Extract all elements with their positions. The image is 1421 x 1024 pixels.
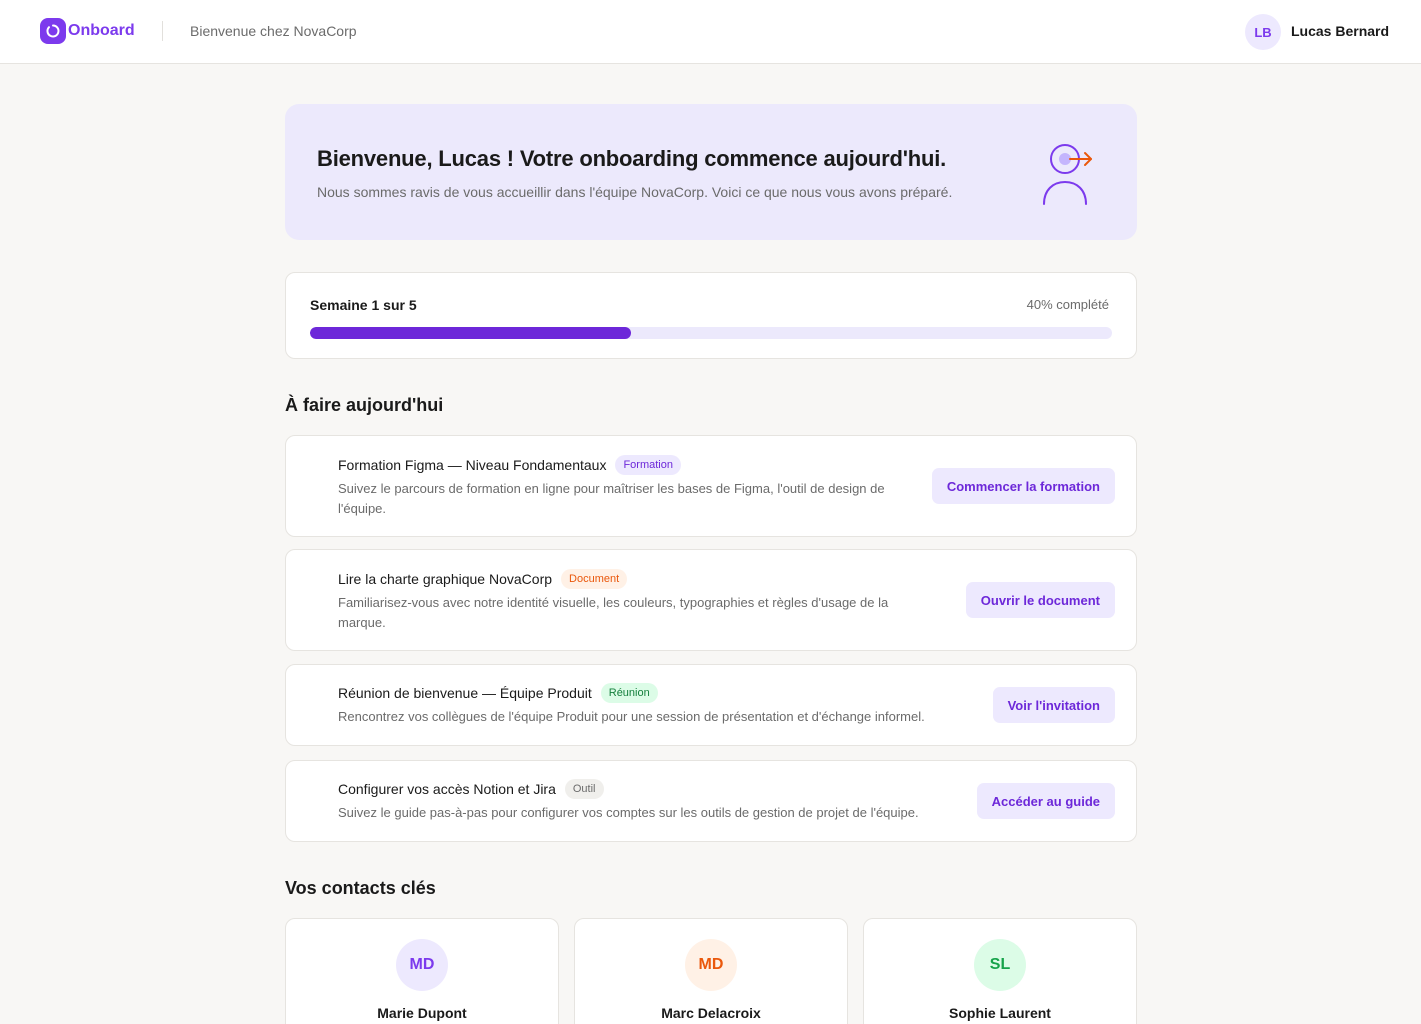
contact-name: Sophie Laurent	[949, 1005, 1051, 1021]
onboard-logo-icon	[40, 18, 66, 44]
task-description: Suivez le guide pas-à-pas pour configure…	[338, 805, 919, 820]
progress-week-label: Semaine 1 sur 5	[310, 297, 417, 313]
task-card: Configurer vos accès Notion et Jira Outi…	[285, 760, 1137, 842]
task-card: Réunion de bienvenue — Équipe Produit Ré…	[285, 664, 1137, 746]
contact-card[interactable]: SL Sophie Laurent	[863, 918, 1137, 1024]
contact-name: Marie Dupont	[377, 1005, 467, 1021]
task-description: Rencontrez vos collègues de l'équipe Pro…	[338, 709, 925, 724]
welcome-banner: Bienvenue, Lucas ! Votre onboarding comm…	[285, 104, 1137, 240]
user-avatar[interactable]: LB	[1245, 14, 1281, 50]
contact-avatar: MD	[396, 939, 448, 991]
welcome-subtitle: Nous sommes ravis de vous accueillir dan…	[317, 184, 953, 200]
task-header: Formation Figma — Niveau Fondamentaux Fo…	[338, 455, 681, 475]
task-title: Réunion de bienvenue — Équipe Produit	[338, 685, 592, 701]
open-guide-button[interactable]: Accéder au guide	[976, 783, 1115, 819]
start-training-button[interactable]: Commencer la formation	[931, 468, 1115, 504]
tasks-section-title: À faire aujourd'hui	[285, 395, 444, 415]
task-card: Lire la charte graphique NovaCorp Docume…	[285, 549, 1137, 651]
task-tag: Outil	[564, 779, 604, 799]
contact-avatar: MD	[685, 939, 737, 991]
top-bar: Onboard Bienvenue chez NovaCorp LB Lucas…	[0, 0, 1421, 64]
task-card: Formation Figma — Niveau Fondamentaux Fo…	[285, 435, 1137, 537]
brand-name: Onboard	[68, 22, 135, 39]
task-header: Configurer vos accès Notion et Jira Outi…	[338, 779, 604, 799]
contact-avatar: SL	[974, 939, 1026, 991]
user-arrow-icon	[1043, 144, 1092, 205]
header-subtitle: Bienvenue chez NovaCorp	[190, 23, 357, 39]
progress-card: Semaine 1 sur 5 40% complété	[285, 272, 1137, 359]
header-divider	[162, 21, 163, 41]
task-header: Lire la charte graphique NovaCorp Docume…	[338, 569, 628, 589]
progress-percent-label: 40% complété	[1026, 297, 1109, 312]
open-document-button[interactable]: Ouvrir le document	[965, 582, 1115, 618]
contact-card[interactable]: MD Marie Dupont	[285, 918, 559, 1024]
task-description: Suivez le parcours de formation en ligne…	[338, 481, 885, 516]
contact-card[interactable]: MD Marc Delacroix	[574, 918, 848, 1024]
task-title: Configurer vos accès Notion et Jira	[338, 781, 556, 797]
task-tag: Formation	[615, 455, 681, 475]
task-header: Réunion de bienvenue — Équipe Produit Ré…	[338, 683, 658, 703]
task-tag: Document	[561, 569, 628, 589]
task-tag: Réunion	[600, 683, 658, 703]
contact-name: Marc Delacroix	[661, 1005, 761, 1021]
progress-bar-fill	[310, 327, 631, 339]
progress-bar	[310, 327, 1112, 339]
welcome-title: Bienvenue, Lucas ! Votre onboarding comm…	[317, 146, 947, 171]
contacts-section-title: Vos contacts clés	[285, 878, 436, 898]
view-invitation-button[interactable]: Voir l'invitation	[992, 687, 1115, 723]
task-title: Lire la charte graphique NovaCorp	[338, 571, 553, 587]
brand-logo[interactable]: Onboard	[40, 18, 135, 44]
task-description: Familiarisez-vous avec notre identité vi…	[338, 595, 889, 630]
user-name[interactable]: Lucas Bernard	[1291, 23, 1389, 39]
task-title: Formation Figma — Niveau Fondamentaux	[338, 457, 607, 473]
